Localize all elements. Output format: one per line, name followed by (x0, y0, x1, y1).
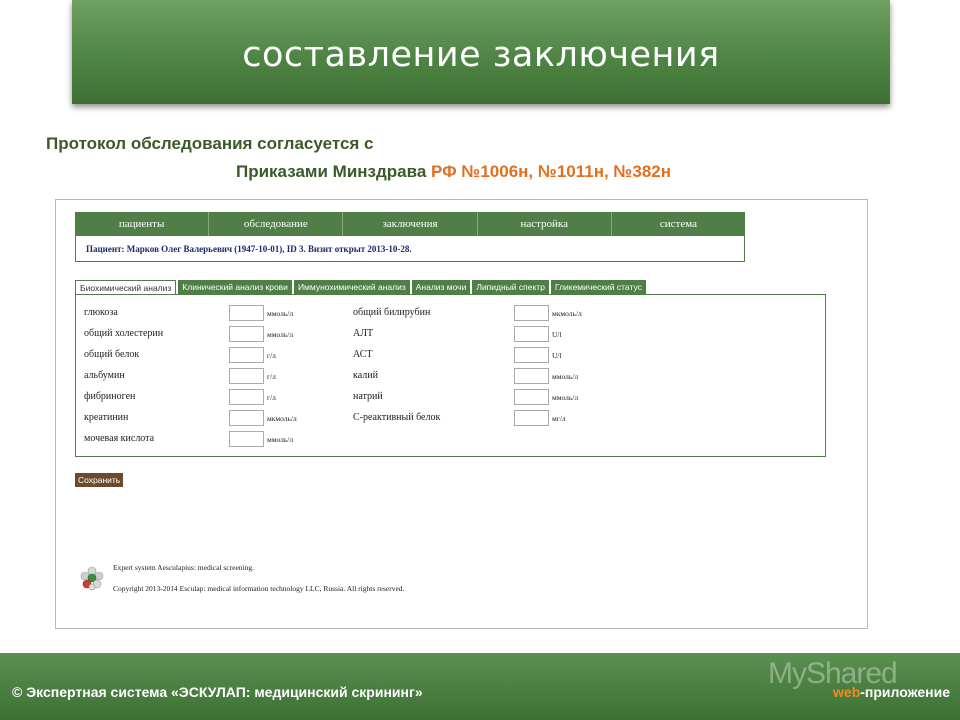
unit-glucose: ммоль/л (267, 309, 294, 318)
protocol-line-1: Протокол обследования согласуется с (46, 134, 374, 153)
protocol-orders: РФ №1006н, №1011н, №382н (431, 162, 671, 181)
patient-info: Пациент: Марков Олег Валерьевич (1947-10… (86, 243, 412, 254)
input-creatinine[interactable] (229, 410, 264, 426)
molecule-icon (80, 566, 104, 591)
unit-c-reactive-protein: мг/л (552, 414, 566, 423)
analysis-tabs: Биохимический анализ Клинический анализ … (75, 280, 648, 294)
unit-total-protein: г/л (267, 351, 276, 360)
unit-albumin: г/л (267, 372, 276, 381)
unit-alt: U/l (552, 330, 562, 339)
tab-clinical-blood[interactable]: Клинический анализ крови (178, 280, 292, 294)
bottom-app-type: web-приложение (833, 684, 950, 700)
label-albumin: альбумин (84, 370, 125, 381)
input-c-reactive-protein[interactable] (514, 410, 549, 426)
nav-conclusions[interactable]: заключения (343, 212, 478, 236)
bottom-web: web (833, 684, 861, 700)
nav-system[interactable]: система (612, 212, 745, 236)
label-fibrinogen: фибриноген (84, 391, 136, 402)
app-screenshot: пациенты обследование заключения настрой… (55, 199, 868, 629)
input-total-cholesterol[interactable] (229, 326, 264, 342)
label-creatinine: креатинин (84, 412, 129, 423)
footer-system-name: Expert system Aesculapius: medical scree… (113, 563, 255, 572)
label-sodium: натрий (353, 391, 383, 402)
label-c-reactive-protein: С-реактивный белок (353, 412, 441, 423)
input-total-bilirubin[interactable] (514, 305, 549, 321)
unit-creatinine: мкмоль/л (267, 414, 297, 423)
label-glucose: глюкоза (84, 307, 118, 318)
tab-urine[interactable]: Анализ мочи (411, 280, 471, 294)
input-potassium[interactable] (514, 368, 549, 384)
biochemical-panel: глюкоза ммоль/л общий холестерин ммоль/л… (75, 294, 826, 457)
unit-ast: U/l (552, 351, 562, 360)
unit-sodium: ммоль/л (552, 393, 579, 402)
unit-total-cholesterol: ммоль/л (267, 330, 294, 339)
tab-biochemical[interactable]: Биохимический анализ (75, 280, 177, 294)
unit-total-bilirubin: мкмоль/л (552, 309, 582, 318)
slide-title: составление заключения (242, 35, 720, 75)
nav-patients[interactable]: пациенты (75, 212, 210, 236)
input-ast[interactable] (514, 347, 549, 363)
input-glucose[interactable] (229, 305, 264, 321)
input-total-protein[interactable] (229, 347, 264, 363)
patient-info-bar: Пациент: Марков Олег Валерьевич (1947-10… (75, 236, 745, 262)
tab-lipid[interactable]: Липидный спектр (472, 280, 549, 294)
label-total-protein: общий белок (84, 349, 140, 360)
footer-copyright: Copyright 2013-2014 Esculap: medical inf… (113, 584, 405, 593)
bottom-bar: MyShared © Экспертная система «ЭСКУЛАП: … (0, 653, 960, 720)
bottom-copyright: © Экспертная система «ЭСКУЛАП: медицинск… (12, 684, 423, 700)
input-sodium[interactable] (514, 389, 549, 405)
label-potassium: калий (353, 370, 378, 381)
unit-uric-acid: ммоль/л (267, 435, 294, 444)
input-fibrinogen[interactable] (229, 389, 264, 405)
tab-glycemic[interactable]: Гликемический статус (550, 280, 646, 294)
nav-examination[interactable]: обследование (209, 212, 344, 236)
label-ast: АСТ (353, 349, 373, 360)
label-uric-acid: мочевая кислота (84, 433, 155, 444)
protocol-prefix: Приказами Минздрава (236, 162, 432, 181)
title-banner: составление заключения (72, 0, 890, 104)
label-total-cholesterol: общий холестерин (84, 328, 164, 339)
label-alt: АЛТ (353, 328, 374, 339)
save-button[interactable]: Сохранить (75, 473, 124, 487)
tab-immunochemical[interactable]: Иммунохимический анализ (293, 280, 410, 294)
bottom-app-suffix: -приложение (860, 684, 950, 700)
protocol-line-2: Приказами Минздрава РФ №1006н, №1011н, №… (236, 162, 671, 182)
input-albumin[interactable] (229, 368, 264, 384)
unit-fibrinogen: г/л (267, 393, 276, 402)
input-uric-acid[interactable] (229, 431, 264, 447)
nav-settings[interactable]: настройка (478, 212, 612, 236)
label-total-bilirubin: общий билирубин (353, 307, 431, 318)
top-nav: пациенты обследование заключения настрой… (75, 212, 745, 236)
unit-potassium: ммоль/л (552, 372, 579, 381)
input-alt[interactable] (514, 326, 549, 342)
